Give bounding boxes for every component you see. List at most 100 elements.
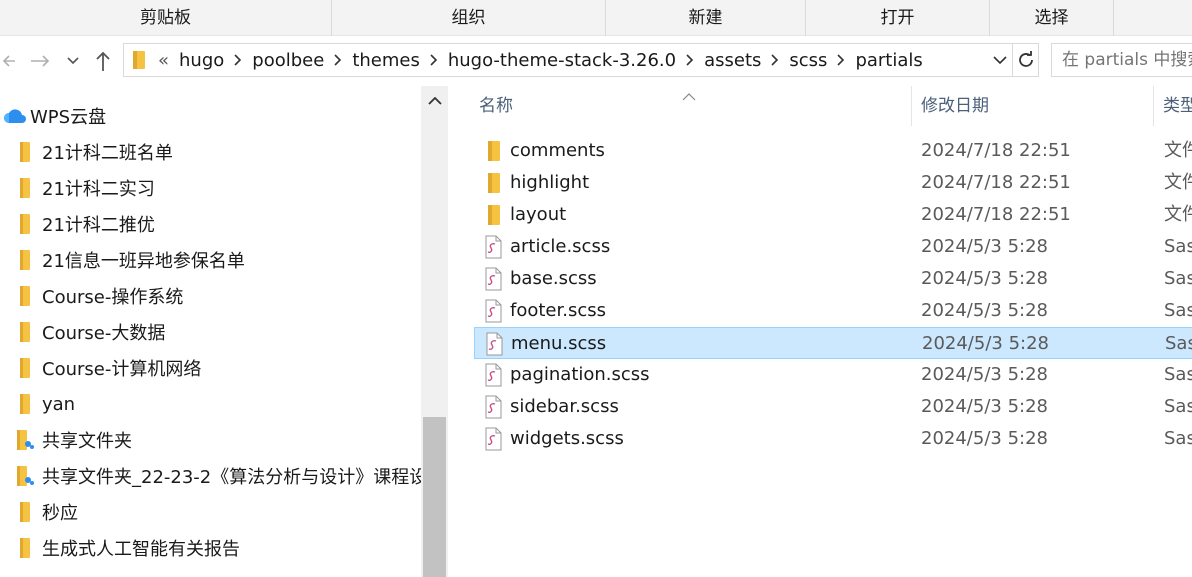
- ribbon-group-open[interactable]: 打开: [806, 0, 990, 36]
- breadcrumb-assets[interactable]: assets: [698, 50, 767, 71]
- scss-file-icon: [482, 235, 504, 259]
- file-name: pagination.scss: [510, 364, 650, 385]
- folder-icon: [482, 171, 504, 195]
- sidebar-item-label: 21计科二实习: [42, 179, 155, 200]
- folder-icon: [8, 141, 42, 163]
- sidebar-item-folder[interactable]: 21信息一班异地参保名单: [8, 243, 245, 277]
- sidebar-item-folder[interactable]: yan: [8, 387, 75, 421]
- scss-file-icon: [482, 395, 504, 419]
- recent-locations-button[interactable]: [62, 45, 84, 77]
- folder-icon: [8, 501, 42, 523]
- file-date: 2024/7/18 22:51: [921, 172, 1071, 193]
- breadcrumb-scss[interactable]: scss: [783, 50, 833, 71]
- scss-file-icon: [483, 332, 505, 356]
- chevron-down-icon: [993, 56, 1007, 64]
- file-type: Sass: [1164, 236, 1192, 257]
- back-button[interactable]: [0, 45, 18, 77]
- refresh-button[interactable]: [1012, 44, 1038, 76]
- ribbon-group-clipboard[interactable]: 剪贴板: [0, 0, 332, 36]
- file-list: 名称 修改日期 类型 comments 2024/7/18 22:51 文件夹 …: [448, 86, 1192, 577]
- sidebar-item-folder[interactable]: 秒应: [8, 495, 78, 529]
- scss-file-icon: [482, 299, 504, 323]
- file-row[interactable]: widgets.scss 2024/5/3 5:28 Sass: [474, 423, 1192, 455]
- ribbon-group-select[interactable]: 选择: [990, 0, 1114, 36]
- file-row[interactable]: base.scss 2024/5/3 5:28 Sass: [474, 263, 1192, 295]
- sidebar-item-folder[interactable]: 21计科二推优: [8, 207, 155, 241]
- column-divider[interactable]: [911, 86, 912, 126]
- chevron-right-icon[interactable]: [833, 54, 849, 66]
- file-date: 2024/5/3 5:28: [922, 333, 1049, 354]
- breadcrumb-overflow[interactable]: «: [154, 50, 173, 71]
- file-row[interactable]: article.scss 2024/5/3 5:28 Sass: [474, 231, 1192, 263]
- ribbon-group-new[interactable]: 新建: [606, 0, 806, 36]
- file-row[interactable]: pagination.scss 2024/5/3 5:28 Sass: [474, 359, 1192, 391]
- file-name: layout: [510, 204, 567, 225]
- sidebar-item-label: Course-大数据: [42, 323, 166, 344]
- search-input[interactable]: [1051, 43, 1192, 77]
- scss-file-icon: [482, 363, 504, 387]
- sidebar-item-label: Course-计算机网络: [42, 359, 202, 380]
- ribbon-group-organize[interactable]: 组织: [332, 0, 606, 36]
- chevron-right-icon[interactable]: [330, 54, 346, 66]
- sidebar-item-label: 生成式人工智能有关报告: [42, 539, 240, 560]
- scrollbar-thumb[interactable]: [423, 417, 446, 577]
- shared-folder-icon: [8, 465, 42, 487]
- breadcrumb-themes[interactable]: themes: [346, 50, 426, 71]
- forward-arrow-icon: [31, 55, 50, 67]
- address-dropdown-button[interactable]: [988, 44, 1012, 76]
- file-row[interactable]: comments 2024/7/18 22:51 文件夹: [474, 135, 1192, 167]
- file-date: 2024/5/3 5:28: [921, 364, 1048, 385]
- file-date: 2024/5/3 5:28: [921, 236, 1048, 257]
- column-header-type[interactable]: 类型: [1163, 86, 1192, 126]
- file-date: 2024/7/18 22:51: [921, 140, 1071, 161]
- folder-icon: [8, 393, 42, 415]
- sidebar-item-label: 共享文件夹_22-23-2《算法分析与设计》课程设: [42, 467, 428, 488]
- sidebar-item-folder[interactable]: Course-操作系统: [8, 279, 183, 313]
- address-bar[interactable]: « hugo poolbee themes hugo-theme-stack-3…: [123, 43, 1039, 77]
- sidebar-item-folder[interactable]: Course-大数据: [8, 315, 165, 349]
- chevron-up-icon: [427, 97, 442, 105]
- column-header-name[interactable]: 名称: [479, 86, 911, 126]
- file-type: 文件夹: [1164, 140, 1192, 161]
- sidebar-item-folder[interactable]: 21计科二实习: [8, 171, 155, 205]
- folder-icon: [8, 213, 42, 235]
- breadcrumb-theme-stack[interactable]: hugo-theme-stack-3.26.0: [442, 50, 682, 71]
- file-row[interactable]: layout 2024/7/18 22:51 文件夹: [474, 199, 1192, 231]
- file-row[interactable]: footer.scss 2024/5/3 5:28 Sass: [474, 295, 1192, 327]
- breadcrumb-poolbee[interactable]: poolbee: [246, 50, 330, 71]
- breadcrumb-partials[interactable]: partials: [849, 50, 928, 71]
- file-name: comments: [510, 140, 605, 161]
- file-type: Sass: [1164, 364, 1192, 385]
- folder-icon: [8, 321, 42, 343]
- column-divider[interactable]: [1153, 86, 1154, 126]
- file-row[interactable]: sidebar.scss 2024/5/3 5:28 Sass: [474, 391, 1192, 423]
- folder-icon: [8, 285, 42, 307]
- file-date: 2024/7/18 22:51: [921, 204, 1071, 225]
- chevron-right-icon[interactable]: [230, 54, 246, 66]
- back-arrow-icon: [2, 55, 15, 67]
- file-row-selected[interactable]: menu.scss 2024/5/3 5:28 Sass: [474, 327, 1192, 359]
- sidebar-item-folder[interactable]: 21计科二班名单: [8, 135, 173, 169]
- sidebar-item-wps-cloud[interactable]: WPS云盘: [0, 99, 106, 133]
- folder-icon: [8, 249, 42, 271]
- up-button[interactable]: [90, 45, 116, 77]
- file-name: menu.scss: [511, 333, 607, 354]
- breadcrumb-hugo[interactable]: hugo: [173, 50, 230, 71]
- file-date: 2024/5/3 5:28: [921, 396, 1048, 417]
- sidebar-item-shared-folder[interactable]: 共享文件夹: [8, 423, 132, 457]
- sidebar-item-shared-folder[interactable]: 共享文件夹_22-23-2《算法分析与设计》课程设: [8, 459, 427, 493]
- sidebar-item-folder[interactable]: 生成式人工智能有关报告: [8, 531, 240, 565]
- scroll-up-button[interactable]: [421, 86, 448, 116]
- file-type: Sass: [1164, 300, 1192, 321]
- file-name: highlight: [510, 172, 590, 193]
- forward-button[interactable]: [26, 45, 54, 77]
- file-row[interactable]: highlight 2024/7/18 22:51 文件夹: [474, 167, 1192, 199]
- chevron-right-icon[interactable]: [767, 54, 783, 66]
- chevron-right-icon[interactable]: [682, 54, 698, 66]
- sidebar-item-folder[interactable]: Course-计算机网络: [8, 351, 201, 385]
- shared-folder-icon: [8, 429, 42, 451]
- refresh-icon: [1018, 51, 1033, 67]
- chevron-right-icon[interactable]: [426, 54, 442, 66]
- chevron-down-icon: [67, 57, 79, 65]
- column-header-modified[interactable]: 修改日期: [921, 86, 1151, 126]
